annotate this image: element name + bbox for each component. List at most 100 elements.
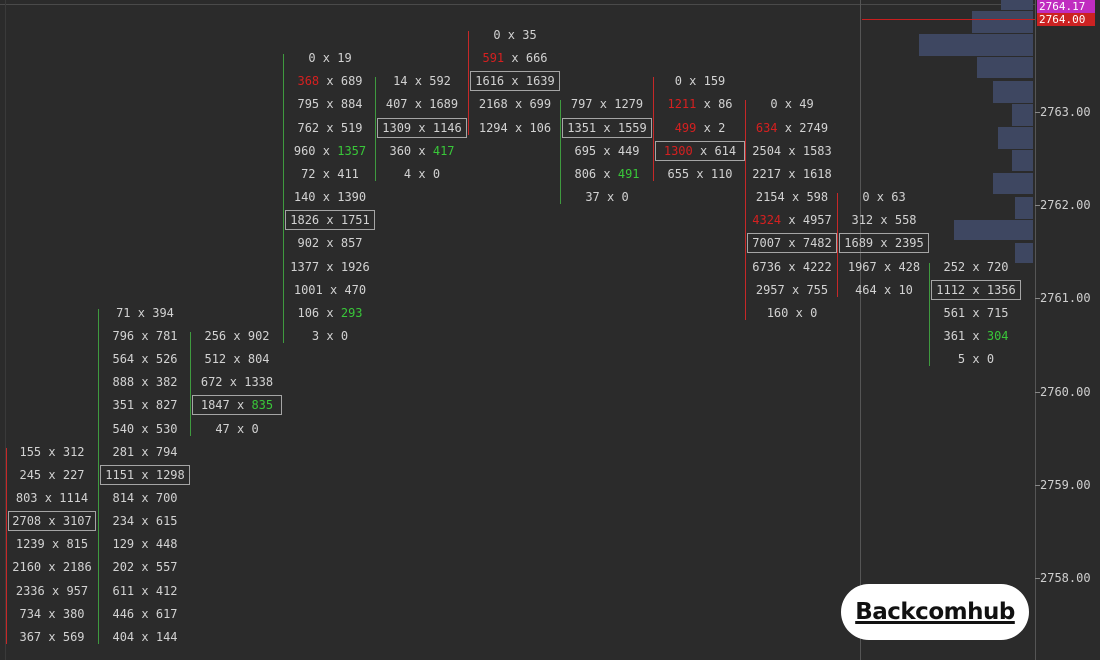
footprint-cell[interactable]: 1294 x 106 xyxy=(470,118,560,138)
poc-cell[interactable]: 1309 x 1146 xyxy=(377,117,467,138)
footprint-cell[interactable]: 14 x 592 xyxy=(377,71,467,91)
footprint-cell[interactable]: 0 x 35 xyxy=(470,25,560,45)
footprint-cell[interactable]: 2504 x 1583 xyxy=(747,141,837,161)
bid-volume: 0 xyxy=(674,74,682,89)
footprint-cell[interactable]: 256 x 902 xyxy=(192,326,282,346)
poc-cell[interactable]: 1300 x 614 xyxy=(655,140,745,161)
candle-body-bar xyxy=(560,100,561,205)
footprint-cell[interactable]: 140 x 1390 xyxy=(285,187,375,207)
footprint-cell[interactable]: 795 x 884 xyxy=(285,94,375,114)
ask-volume: 428 xyxy=(898,259,921,274)
footprint-cell[interactable]: 129 x 448 xyxy=(100,534,190,554)
footprint-cell[interactable]: 360 x 417 xyxy=(377,141,467,161)
candle-body-bar xyxy=(745,100,746,320)
footprint-cell[interactable]: 672 x 1338 xyxy=(192,372,282,392)
ask-volume: 598 xyxy=(806,190,829,205)
poc-cell[interactable]: 1151 x 1298 xyxy=(100,464,190,485)
footprint-cell[interactable]: 803 x 1114 xyxy=(8,488,96,508)
footprint-cell[interactable]: 2217 x 1618 xyxy=(747,164,837,184)
separator-x: x xyxy=(965,259,987,274)
footprint-cell[interactable]: 1239 x 815 xyxy=(8,534,96,554)
footprint-cell[interactable]: 1211 x 86 xyxy=(655,94,745,114)
footprint-cell[interactable]: 888 x 382 xyxy=(100,372,190,392)
footprint-cell[interactable]: 2168 x 699 xyxy=(470,94,560,114)
footprint-cell[interactable]: 611 x 412 xyxy=(100,581,190,601)
separator-x: x xyxy=(226,352,248,367)
footprint-cell[interactable]: 564 x 526 xyxy=(100,349,190,369)
footprint-cell[interactable]: 367 x 569 xyxy=(8,627,96,647)
footprint-cell[interactable]: 71 x 394 xyxy=(100,303,190,323)
footprint-cell[interactable]: 446 x 617 xyxy=(100,604,190,624)
poc-cell[interactable]: 2708 x 3107 xyxy=(8,511,96,532)
footprint-cell[interactable]: 960 x 1357 xyxy=(285,141,375,161)
footprint-cell[interactable]: 734 x 380 xyxy=(8,604,96,624)
footprint-chart[interactable]: 155 x 312 245 x 227 803 x 1114 2708 x 3107 1… xyxy=(0,0,1100,660)
footprint-cell[interactable]: 404 x 144 xyxy=(100,627,190,647)
footprint-cell[interactable]: 806 x 491 xyxy=(562,164,652,184)
footprint-cell[interactable]: 72 x 411 xyxy=(285,164,375,184)
poc-cell[interactable]: 1689 x 2395 xyxy=(839,233,929,254)
footprint-cell[interactable]: 797 x 1279 xyxy=(562,94,652,114)
separator-x: x xyxy=(134,537,156,552)
poc-cell[interactable]: 1847 x 835 xyxy=(192,395,282,416)
ask-volume: 159 xyxy=(703,74,726,89)
poc-cell[interactable]: 1616 x 1639 xyxy=(470,71,560,92)
footprint-cell[interactable]: 591 x 666 xyxy=(470,48,560,68)
bid-volume: 72 xyxy=(301,166,316,181)
footprint-cell[interactable]: 351 x 827 xyxy=(100,395,190,415)
footprint-cell[interactable]: 2957 x 755 xyxy=(747,280,837,300)
footprint-cell[interactable]: 762 x 519 xyxy=(285,118,375,138)
footprint-cell[interactable]: 0 x 49 xyxy=(747,94,837,114)
footprint-cell[interactable]: 512 x 804 xyxy=(192,349,282,369)
footprint-cell[interactable]: 0 x 159 xyxy=(655,71,745,91)
footprint-cell[interactable]: 1967 x 428 xyxy=(839,257,929,277)
poc-cell[interactable]: 7007 x 7482 xyxy=(747,233,837,254)
footprint-cell[interactable]: 106 x 293 xyxy=(285,303,375,323)
footprint-cell[interactable]: 1377 x 1926 xyxy=(285,257,375,277)
footprint-cell[interactable]: 6736 x 4222 xyxy=(747,257,837,277)
ask-volume: 144 xyxy=(155,629,178,644)
footprint-cell[interactable]: 655 x 110 xyxy=(655,164,745,184)
poc-cell[interactable]: 1826 x 1751 xyxy=(285,210,375,231)
footprint-cell[interactable]: 37 x 0 xyxy=(562,187,652,207)
footprint-cell[interactable]: 312 x 558 xyxy=(839,210,929,230)
footprint-cell[interactable]: 2154 x 598 xyxy=(747,187,837,207)
footprint-cell[interactable]: 160 x 0 xyxy=(747,303,837,323)
footprint-cell[interactable]: 796 x 781 xyxy=(100,326,190,346)
footprint-cell[interactable]: 0 x 19 xyxy=(285,48,375,68)
footprint-cell[interactable]: 814 x 700 xyxy=(100,488,190,508)
footprint-cell[interactable]: 407 x 1689 xyxy=(377,94,467,114)
poc-cell[interactable]: 1112 x 1356 xyxy=(931,279,1021,300)
footprint-cell[interactable]: 902 x 857 xyxy=(285,233,375,253)
footprint-cell[interactable]: 2160 x 2186 xyxy=(8,557,96,577)
price-axis[interactable] xyxy=(1035,0,1100,660)
top-border-line xyxy=(0,4,1035,5)
footprint-cell[interactable]: 1001 x 470 xyxy=(285,280,375,300)
footprint-cell[interactable]: 245 x 227 xyxy=(8,465,96,485)
footprint-cell[interactable]: 5 x 0 xyxy=(931,349,1021,369)
footprint-cell[interactable]: 464 x 10 xyxy=(839,280,929,300)
footprint-cell[interactable]: 499 x 2 xyxy=(655,118,745,138)
footprint-cell[interactable]: 281 x 794 xyxy=(100,442,190,462)
footprint-cell[interactable]: 634 x 2749 xyxy=(747,118,837,138)
footprint-cell[interactable]: 540 x 530 xyxy=(100,419,190,439)
footprint-cell[interactable]: 155 x 312 xyxy=(8,442,96,462)
footprint-cell[interactable]: 252 x 720 xyxy=(931,257,1021,277)
footprint-cell[interactable]: 47 x 0 xyxy=(192,419,282,439)
footprint-cell[interactable]: 4324 x 4957 xyxy=(747,210,837,230)
bid-volume: 796 xyxy=(112,328,135,343)
footprint-cell[interactable]: 561 x 715 xyxy=(931,303,1021,323)
footprint-cell[interactable]: 361 x 304 xyxy=(931,326,1021,346)
bid-volume: 367 xyxy=(19,629,42,644)
footprint-cell[interactable]: 2336 x 957 xyxy=(8,581,96,601)
bid-volume: 762 xyxy=(297,120,320,135)
footprint-cell[interactable]: 695 x 449 xyxy=(562,141,652,161)
footprint-cell[interactable]: 368 x 689 xyxy=(285,71,375,91)
footprint-cell[interactable]: 0 x 63 xyxy=(839,187,929,207)
footprint-cell[interactable]: 3 x 0 xyxy=(285,326,375,346)
footprint-cell[interactable]: 4 x 0 xyxy=(377,164,467,184)
footprint-cell[interactable]: 202 x 557 xyxy=(100,557,190,577)
footprint-cell[interactable]: 234 x 615 xyxy=(100,511,190,531)
volume-profile-bar xyxy=(919,34,1033,56)
poc-cell[interactable]: 1351 x 1559 xyxy=(562,117,652,138)
